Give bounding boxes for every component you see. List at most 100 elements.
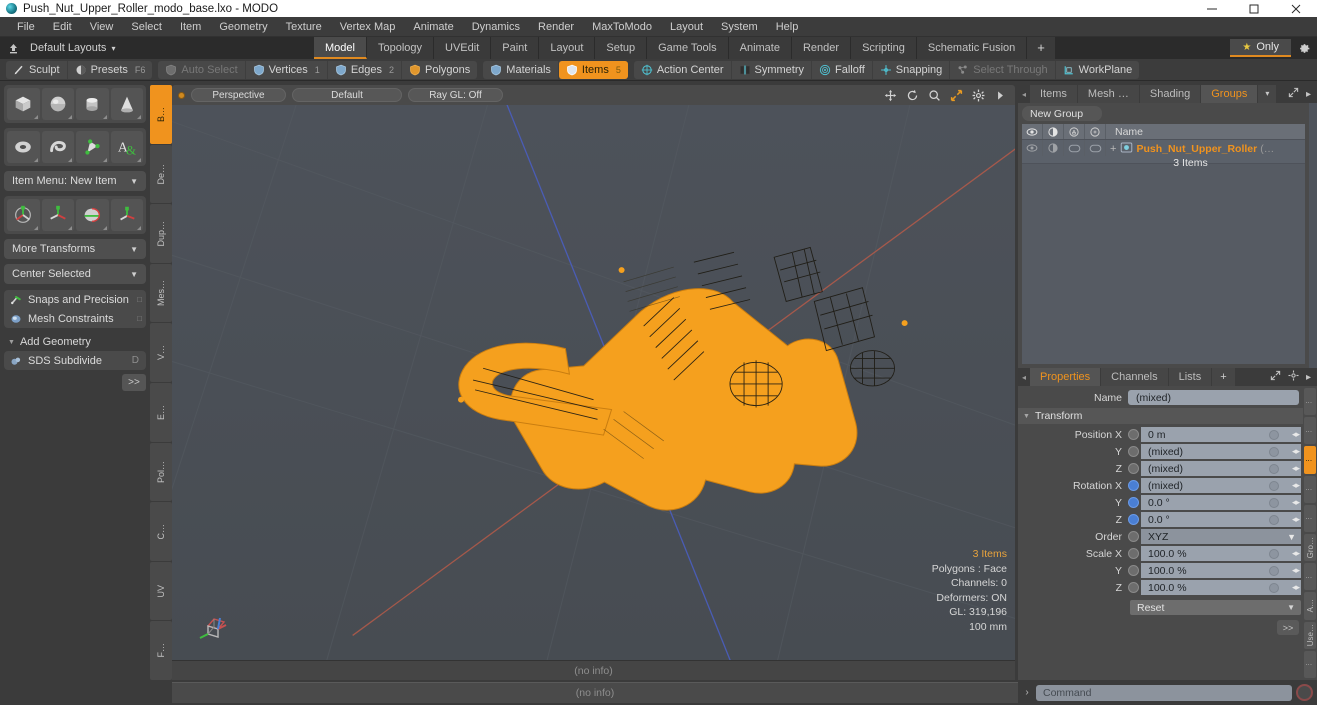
chevron-down-icon[interactable]: ▾ <box>1258 85 1277 103</box>
expand-icon[interactable] <box>1270 370 1281 384</box>
eye-icon[interactable] <box>1022 124 1043 139</box>
mode-button-action-center[interactable]: Action Center <box>634 60 732 79</box>
layout-tab-scripting[interactable]: Scripting <box>851 37 917 59</box>
mode-button-items[interactable]: Items 5 <box>558 60 628 79</box>
record-icon[interactable] <box>1296 684 1313 701</box>
menu-item-help[interactable]: Help <box>767 17 808 37</box>
panel-tab-[interactable]: + <box>1212 368 1236 386</box>
transform-field-2-animate-toggle[interactable] <box>1128 463 1139 474</box>
transform-field-3-key-dot[interactable] <box>1269 480 1279 491</box>
expand-icon[interactable] <box>1288 87 1299 101</box>
properties-vtab-handle-0[interactable]: ⋮ <box>1304 388 1316 416</box>
torus-icon[interactable] <box>7 131 40 163</box>
mode-button-edges[interactable]: Edges 2 <box>328 60 403 79</box>
mode-button-presets[interactable]: Presets F6 <box>68 61 153 79</box>
sds-subdivide-item[interactable]: SDS Subdivide D <box>4 351 146 370</box>
viewport-shading-mode[interactable]: Default <box>292 88 402 102</box>
home-layout-icon[interactable] <box>0 37 26 59</box>
add-geometry-header[interactable]: ▼ Add Geometry <box>4 333 146 351</box>
left-vtab-c[interactable]: C… <box>150 502 172 561</box>
gear-icon[interactable] <box>1288 370 1299 384</box>
transform-field-2-stepper[interactable]: ◂▸ <box>1292 463 1300 474</box>
item-menu-dropdown[interactable]: Item Menu: New Item ▼ <box>4 171 146 191</box>
cone-icon[interactable] <box>110 88 143 120</box>
panel-tab-items[interactable]: Items <box>1030 85 1078 103</box>
add-layout-tab-button[interactable]: + <box>1027 37 1055 59</box>
mode-button-select-through[interactable]: Select Through <box>950 60 1056 79</box>
left-vtab-e[interactable]: E… <box>150 382 172 442</box>
gear-icon[interactable] <box>972 89 985 102</box>
transform-field-1-key-dot[interactable] <box>1269 446 1279 457</box>
mode-button-sculpt[interactable]: Sculpt <box>6 60 68 79</box>
panel-grip-icon[interactable]: ◂ <box>1018 373 1030 382</box>
transform-field-0-animate-toggle[interactable] <box>1128 429 1139 440</box>
menu-item-select[interactable]: Select <box>122 17 171 37</box>
transform-field-4-key-dot[interactable] <box>1269 497 1279 508</box>
menu-item-texture[interactable]: Texture <box>277 17 331 37</box>
mode-button-falloff[interactable]: Falloff <box>812 60 873 79</box>
transform-section-header[interactable]: ▼ Transform <box>1018 408 1303 424</box>
name-field[interactable]: (mixed) <box>1128 390 1299 405</box>
properties-vtab-use[interactable]: Use… <box>1304 621 1316 649</box>
scale-field-1-key-dot[interactable] <box>1269 565 1279 576</box>
pan-icon[interactable] <box>884 89 897 102</box>
properties-more-button[interactable]: >> <box>1277 620 1299 635</box>
transform-field-3-animate-toggle[interactable] <box>1128 480 1139 491</box>
layout-tab-paint[interactable]: Paint <box>491 37 540 59</box>
pen-polygon-icon[interactable] <box>76 131 109 163</box>
only-toggle-button[interactable]: ★ Only <box>1230 39 1291 57</box>
play-icon[interactable] <box>994 89 1007 102</box>
layout-tab-animate[interactable]: Animate <box>728 37 792 59</box>
row-eye-toggle[interactable] <box>1022 140 1043 156</box>
scale-field-2-input[interactable]: 100.0 % ◂▸ <box>1141 580 1301 595</box>
transform-field-4-input[interactable]: 0.0 ° ◂▸ <box>1141 495 1301 510</box>
maximize-button[interactable] <box>1233 0 1275 17</box>
left-panel-more-button[interactable]: >> <box>122 374 146 391</box>
transform-field-0-input[interactable]: 0 m ◂▸ <box>1141 427 1301 442</box>
order-bulb[interactable] <box>1128 531 1139 542</box>
transform-field-1-input[interactable]: (mixed) ◂▸ <box>1141 444 1301 459</box>
mesh-constraints-item[interactable]: Mesh Constraints □ <box>4 309 146 328</box>
row-render-toggle[interactable] <box>1085 140 1106 156</box>
scale-field-2-animate-toggle[interactable] <box>1128 582 1139 593</box>
transform-field-4-stepper[interactable]: ◂▸ <box>1292 497 1300 508</box>
cube-icon[interactable] <box>7 88 40 120</box>
properties-vtab-handle-3[interactable]: ⋮ <box>1304 475 1316 503</box>
mode-button-workplane[interactable]: WorkPlane <box>1056 61 1140 79</box>
left-vtab-b[interactable]: B… <box>150 85 172 144</box>
minimize-button[interactable] <box>1191 0 1233 17</box>
viewport-active-dot[interactable] <box>178 91 185 99</box>
viewport-raygl-toggle[interactable]: Ray GL: Off <box>408 88 503 102</box>
rotate-icon[interactable] <box>906 89 919 102</box>
transform-field-5-input[interactable]: 0.0 ° ◂▸ <box>1141 512 1301 527</box>
menu-item-geometry[interactable]: Geometry <box>210 17 276 37</box>
transform-field-5-animate-toggle[interactable] <box>1128 514 1139 525</box>
properties-vtab-gro[interactable]: Gro… <box>1304 534 1316 562</box>
layout-tab-model[interactable]: Model <box>314 37 367 59</box>
properties-vtab-handle-1[interactable]: ⋮ <box>1304 417 1316 445</box>
layout-tab-uvedit[interactable]: UVEdit <box>434 37 492 59</box>
close-button[interactable] <box>1275 0 1317 17</box>
mode-button-materials[interactable]: Materials <box>483 60 559 79</box>
menu-item-render[interactable]: Render <box>529 17 583 37</box>
scale-field-2-stepper[interactable]: ◂▸ <box>1292 582 1300 593</box>
gear-icon[interactable] <box>1291 42 1317 55</box>
transform-field-5-key-dot[interactable] <box>1269 514 1279 525</box>
command-input[interactable]: Command <box>1036 684 1292 701</box>
render-icon[interactable] <box>1085 124 1106 139</box>
default-layouts-label[interactable]: Default Layouts <box>26 42 106 54</box>
menu-item-view[interactable]: View <box>81 17 123 37</box>
left-vtab-de[interactable]: De… <box>150 144 172 204</box>
menu-item-system[interactable]: System <box>712 17 767 37</box>
properties-vtab-handle-2[interactable]: ⋮ <box>1304 446 1316 474</box>
scale-field-0-input[interactable]: 100.0 % ◂▸ <box>1141 546 1301 561</box>
reset-dropdown[interactable]: Reset ▼ <box>1130 600 1301 615</box>
left-vtab-pol[interactable]: Pol… <box>150 442 172 502</box>
menu-item-vertex-map[interactable]: Vertex Map <box>331 17 405 37</box>
panel-tab-lists[interactable]: Lists <box>1168 368 1213 386</box>
chevron-down-icon[interactable]: ▾ <box>106 44 115 53</box>
row-lock-toggle[interactable] <box>1064 140 1085 156</box>
scale-field-1-animate-toggle[interactable] <box>1128 565 1139 576</box>
layout-tab-setup[interactable]: Setup <box>595 37 648 59</box>
scale-field-0-key-dot[interactable] <box>1269 548 1279 559</box>
